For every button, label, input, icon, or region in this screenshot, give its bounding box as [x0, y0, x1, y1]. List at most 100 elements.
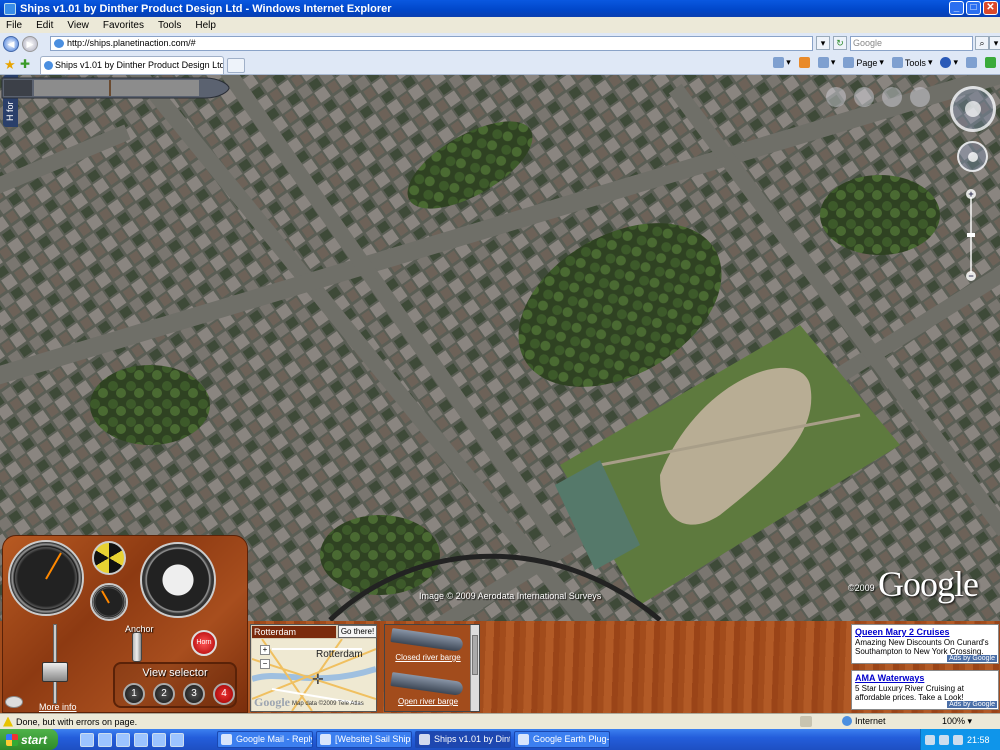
satellite-dish-icon	[5, 696, 23, 708]
ship-item[interactable]: Closed river barge	[387, 627, 469, 667]
windows-flag-icon	[6, 733, 18, 746]
view-button-3[interactable]: 3	[183, 683, 205, 705]
ads-by-google[interactable]: Ads by Google	[947, 655, 997, 662]
city-select[interactable]: Rotterdam	[252, 626, 336, 638]
ship-thumbnail	[390, 628, 464, 652]
ad-title[interactable]: Queen Mary 2 Cruises	[855, 627, 995, 637]
minimize-button[interactable]: _	[949, 1, 964, 15]
eye-icon	[965, 101, 981, 117]
ship-item[interactable]: Open river barge	[387, 671, 469, 711]
view-button-2[interactable]: 2	[153, 683, 175, 705]
add-favorites-icon[interactable]: ✚	[20, 57, 30, 71]
system-tray: 21:58	[920, 729, 1000, 750]
url-input[interactable]: http://ships.planetinaction.com/#	[50, 36, 813, 51]
anchor-lever[interactable]	[132, 632, 142, 662]
start-button[interactable]: start	[0, 729, 58, 750]
ship-thumbnail	[390, 672, 464, 696]
group-icon[interactable]	[854, 87, 874, 107]
more-info-link[interactable]: More info	[39, 702, 77, 712]
explorer-quicklaunch-icon[interactable]	[134, 732, 148, 747]
page-menu[interactable]: Page ▾	[843, 57, 884, 68]
view-button-4[interactable]: 4	[213, 683, 235, 705]
taskbar-item-ships[interactable]: Ships v1.01 by Dinth...	[415, 731, 511, 748]
taskbar-item-label: [Website] Sail Ships i...	[335, 734, 411, 744]
messenger-icon	[985, 57, 996, 68]
throttle-control[interactable]	[38, 624, 72, 706]
ie-quicklaunch-icon[interactable]	[80, 732, 94, 747]
ads-by-google[interactable]: Ads by Google	[947, 701, 997, 708]
maximize-button[interactable]: □	[966, 1, 981, 15]
tools-menu[interactable]: Tools ▾	[891, 57, 932, 68]
menu-file[interactable]: File	[6, 20, 22, 31]
zoom-in-button[interactable]: +	[966, 189, 976, 199]
menu-edit[interactable]: Edit	[36, 20, 53, 31]
rudder-gauge	[140, 542, 216, 618]
ship-name-link[interactable]: Closed river barge	[387, 653, 469, 662]
throttle-knob[interactable]	[42, 662, 68, 682]
zoom-out-button[interactable]: −	[966, 271, 976, 281]
word-quicklaunch-icon[interactable]	[116, 732, 130, 747]
start-label: start	[21, 732, 48, 747]
search-icon[interactable]: ⌕	[975, 36, 989, 50]
messenger-button[interactable]	[985, 57, 996, 68]
back-button[interactable]: ◀	[3, 35, 19, 52]
search-input[interactable]: Google	[850, 36, 973, 51]
people-icon[interactable]	[882, 87, 902, 107]
radiation-icon	[92, 541, 126, 575]
tab-page-icon	[44, 61, 53, 70]
research-button[interactable]	[966, 57, 977, 68]
ad-title[interactable]: AMA Waterways	[855, 673, 995, 683]
view-button-1[interactable]: 1	[123, 683, 145, 705]
tools-menu-label: Tools	[904, 57, 926, 68]
forward-button[interactable]: ▶	[22, 35, 38, 52]
new-tab-button[interactable]	[227, 58, 245, 73]
city-minimap[interactable]: + − Rotterdam ✛ Google Map data ©2009 Te…	[252, 639, 376, 711]
taskbar-item-website[interactable]: [Website] Sail Ships i...	[316, 731, 412, 748]
warning-icon[interactable]	[3, 716, 13, 727]
clock[interactable]: 21:58	[967, 735, 990, 745]
go-there-button[interactable]: Go there!	[338, 625, 377, 638]
tray-icon[interactable]	[925, 734, 935, 745]
look-control[interactable]	[950, 86, 996, 132]
menu-favorites[interactable]: Favorites	[103, 20, 144, 31]
browser-icon	[419, 734, 430, 745]
ship-list-scroll-thumb[interactable]	[472, 635, 478, 675]
app-quicklaunch-icon[interactable]	[152, 732, 166, 747]
minimap-zoom-in[interactable]: +	[260, 645, 270, 655]
globe-icon[interactable]	[910, 87, 930, 107]
dropdown-arrow-icon[interactable]: ▾	[816, 36, 830, 50]
horn-button[interactable]: Horn	[191, 630, 217, 656]
ship-name-link[interactable]: Open river barge	[387, 697, 469, 706]
print-button[interactable]: ▾	[817, 57, 835, 68]
taskbar-item-earth-plugin[interactable]: Google Earth Plug-in I...	[514, 731, 610, 748]
search-options-icon[interactable]: ▾	[989, 36, 1000, 50]
help-button[interactable]: ▾	[940, 57, 958, 68]
zoom-slider[interactable]: + −	[966, 189, 976, 281]
research-icon	[966, 57, 977, 68]
menu-help[interactable]: Help	[195, 20, 216, 31]
zoom-level[interactable]: 100% ▾	[942, 716, 972, 727]
home-button[interactable]: ▾	[773, 57, 791, 68]
ad-block[interactable]: AMA Waterways 5 Star Luxury River Cruisi…	[851, 670, 999, 710]
crosshair-icon: ✛	[312, 671, 324, 687]
app2-quicklaunch-icon[interactable]	[170, 732, 184, 747]
ad-block[interactable]: Queen Mary 2 Cruises Amazing New Discoun…	[851, 624, 999, 664]
feeds-button[interactable]	[798, 57, 810, 68]
minimap-zoom-out[interactable]: −	[260, 659, 270, 669]
favorites-star-icon[interactable]: ★	[4, 57, 16, 73]
taskbar-item-gmail[interactable]: Google Mail - Reply to...	[217, 731, 313, 748]
outlook-quicklaunch-icon[interactable]	[98, 732, 112, 747]
refresh-icon[interactable]: ↻	[833, 36, 847, 50]
page-icon-cmd	[843, 57, 855, 68]
menu-view[interactable]: View	[67, 20, 89, 31]
close-button[interactable]: ✕	[983, 1, 998, 15]
tray-icon[interactable]	[939, 734, 949, 745]
volume-icon[interactable]	[953, 734, 963, 745]
ship-list-scrollbar[interactable]	[470, 625, 479, 711]
move-control[interactable]	[957, 141, 988, 172]
tab-ships[interactable]: Ships v1.01 by Dinther Product Design Lt…	[40, 56, 224, 74]
person-icon[interactable]	[826, 87, 846, 107]
menu-tools[interactable]: Tools	[158, 20, 181, 31]
zoom-thumb[interactable]	[967, 233, 975, 237]
rpm-needle	[101, 590, 110, 604]
